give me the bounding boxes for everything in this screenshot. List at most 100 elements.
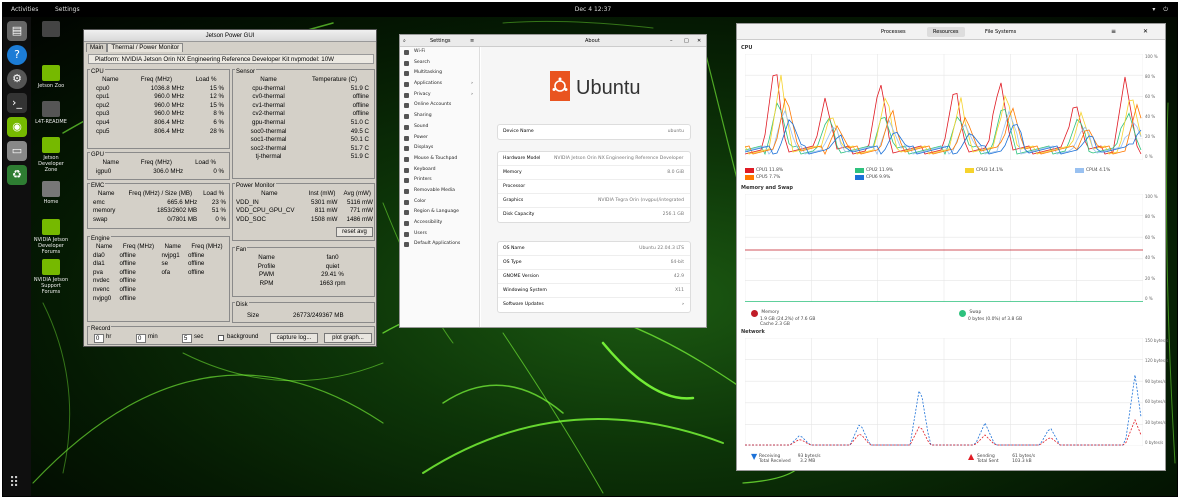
sidebar-item-mouse-touchpad[interactable]: Mouse & Touchpad	[400, 154, 479, 165]
cpu-legend-item[interactable]: CPU4 4.1%	[1075, 168, 1110, 173]
cpu-legend-item[interactable]: CPU5 7.7%	[745, 175, 780, 180]
window-title[interactable]: Jetson Power GUI	[84, 30, 376, 42]
help-icon[interactable]: ?	[7, 45, 27, 65]
sidebar-item-multitasking[interactable]: Multitasking	[400, 68, 479, 79]
sidebar-item-color[interactable]: Color	[400, 197, 479, 208]
color-swatch[interactable]	[855, 168, 864, 173]
tab-thermal-power[interactable]: Thermal / Power Monitor	[107, 43, 184, 52]
os-row[interactable]: GNOME Version 42.9	[498, 270, 690, 284]
capture-log-button[interactable]: capture log...	[270, 333, 318, 343]
clock[interactable]: Dec 4 12:37	[563, 3, 623, 17]
record-minutes-field[interactable]: 0	[136, 334, 146, 343]
sidebar-item-accessibility[interactable]: Accessibility	[400, 218, 479, 229]
minimize-icon[interactable]: –	[670, 35, 673, 47]
record-hours-field[interactable]: 0	[94, 334, 104, 343]
sidebar-item-region-language[interactable]: Region & Language	[400, 207, 479, 218]
menu-icon[interactable]: ≡	[1105, 27, 1122, 37]
tab-main[interactable]: Main	[86, 43, 108, 52]
sidebar-item-search[interactable]: Search	[400, 58, 479, 69]
desktop-icon-jetson-zoo[interactable]: Jetson Zoo	[33, 65, 69, 89]
color-swatch[interactable]	[1075, 168, 1084, 173]
os-row[interactable]: Windowing System X11	[498, 284, 690, 298]
sidebar-item-label: Power	[414, 134, 428, 140]
desktop-icon-developer-forums[interactable]: NVIDIA Jetson Developer Forums	[33, 219, 69, 255]
nvidia-icon[interactable]: ◉	[7, 117, 27, 137]
table-cell: 49.5 C	[350, 127, 369, 135]
sidebar-item-printers[interactable]: Printers	[400, 175, 479, 186]
sidebar-item-online-accounts[interactable]: Online Accounts	[400, 100, 479, 111]
sidebar-item-removable-media[interactable]: Removable Media	[400, 186, 479, 197]
files-icon[interactable]: ▤	[7, 21, 27, 41]
close-icon[interactable]: ✕	[697, 35, 701, 47]
cpu-legend-item[interactable]: CPU3 14.1%	[965, 168, 1003, 173]
chevron-right-icon: ›	[682, 302, 684, 307]
hardware-row[interactable]: Hardware Model NVIDIA Jetson Orin NX Engi…	[498, 152, 690, 166]
app-menu[interactable]: Settings	[55, 3, 80, 17]
os-row[interactable]: Software Updates ›	[498, 298, 690, 312]
color-swatch[interactable]	[855, 175, 864, 180]
activities-button[interactable]: Activities	[11, 3, 38, 17]
swap-color-swatch[interactable]	[959, 310, 966, 317]
cpu-legend-item[interactable]: CPU2 11.9%	[855, 168, 893, 173]
cpu-legend-item[interactable]: CPU1 11.8%	[745, 168, 783, 173]
maximize-icon[interactable]: □	[684, 35, 689, 47]
cpu-legend-item[interactable]: CPU6 9.9%	[855, 175, 890, 180]
memory-color-swatch[interactable]	[751, 310, 758, 317]
sidebar-item-default-applications[interactable]: Default Applications	[400, 239, 479, 250]
desktop-icon-support-forums[interactable]: NVIDIA Jetson Support Forums	[33, 259, 69, 295]
system-tray[interactable]: ▾ ⏻	[1152, 3, 1171, 17]
sidebar-item-wi-fi[interactable]: Wi-Fi	[400, 47, 479, 58]
os-row[interactable]: OS Type 64-bit	[498, 256, 690, 270]
sending-arrow-icon[interactable]: ▲	[968, 453, 974, 461]
column-header: Name	[260, 76, 277, 83]
tab-file-systems[interactable]: File Systems	[979, 27, 1022, 37]
reset-avg-button[interactable]: reset avg	[336, 227, 373, 237]
chevron-right-icon: ›	[471, 81, 473, 87]
search-icon[interactable]: ⌕	[403, 35, 406, 47]
close-icon[interactable]: ✕	[1137, 27, 1154, 37]
tab-processes[interactable]: Processes	[875, 27, 912, 37]
sidebar-item-users[interactable]: Users	[400, 229, 479, 240]
sidebar-item-displays[interactable]: Displays	[400, 143, 479, 154]
desktop-icon-terminal[interactable]	[33, 21, 69, 39]
hardware-row[interactable]: Processor	[498, 180, 690, 194]
device-name-row[interactable]: Device Name ubuntu	[498, 125, 690, 139]
settings-icon[interactable]: ⚙	[7, 69, 27, 89]
color-swatch[interactable]	[745, 168, 754, 173]
color-swatch[interactable]	[745, 175, 754, 180]
desktop-icon-home[interactable]: Home	[33, 181, 69, 205]
plot-graph-button[interactable]: plot graph...	[324, 333, 372, 343]
show-apps-icon[interactable]: ⠿	[9, 476, 19, 490]
hardware-row[interactable]: Memory 8.0 GiB	[498, 166, 690, 180]
row-label: Windowing System	[503, 288, 547, 293]
table-cell: 1853/2602 MB	[156, 207, 198, 215]
table-row: gpu-thermal 51.0 C	[239, 119, 371, 128]
receiving-arrow-icon[interactable]: ▼	[751, 453, 757, 461]
trash-icon[interactable]: ♻	[7, 165, 27, 185]
desktop-icon-readme[interactable]: L4T-README	[33, 101, 69, 125]
sidebar-item-label: Accessibility	[414, 220, 443, 225]
group-title: Fan	[235, 247, 248, 253]
tab-resources[interactable]: Resources	[927, 27, 965, 37]
row-label: Hardware Model	[503, 156, 541, 161]
sidebar-item-power[interactable]: Power	[400, 133, 479, 144]
terminal-icon[interactable]: ›_	[7, 93, 27, 113]
hardware-row[interactable]: Disk Capacity 256.1 GB	[498, 208, 690, 222]
hardware-row[interactable]: Graphics NVIDIA Tegra Orin (nvgpu)/integr…	[498, 194, 690, 208]
os-row[interactable]: OS Name Ubuntu 22.04.3 LTS	[498, 242, 690, 256]
device-name-card[interactable]: Device Name ubuntu	[497, 124, 691, 140]
sidebar-item-applications[interactable]: Applications ›	[400, 79, 479, 90]
menu-icon[interactable]: ≡	[470, 35, 474, 47]
sidebar-item-label: Privacy	[414, 91, 431, 97]
disk-icon[interactable]: ▭	[7, 141, 27, 161]
desktop-icon-developer-zone[interactable]: Jetson Developer Zone	[33, 137, 69, 173]
sidebar-item-sharing[interactable]: Sharing	[400, 111, 479, 122]
sidebar-item-keyboard[interactable]: Keyboard	[400, 165, 479, 176]
background-checkbox[interactable]	[218, 335, 224, 341]
record-seconds-field[interactable]: 5	[182, 334, 192, 343]
sidebar-item-privacy[interactable]: Privacy ›	[400, 90, 479, 101]
sidebar-item-sound[interactable]: Sound	[400, 122, 479, 133]
axis-tick-label: 30 bytes/s	[1145, 419, 1166, 425]
table-row: tj-thermal 51.9 C	[239, 153, 371, 162]
color-swatch[interactable]	[965, 168, 974, 173]
